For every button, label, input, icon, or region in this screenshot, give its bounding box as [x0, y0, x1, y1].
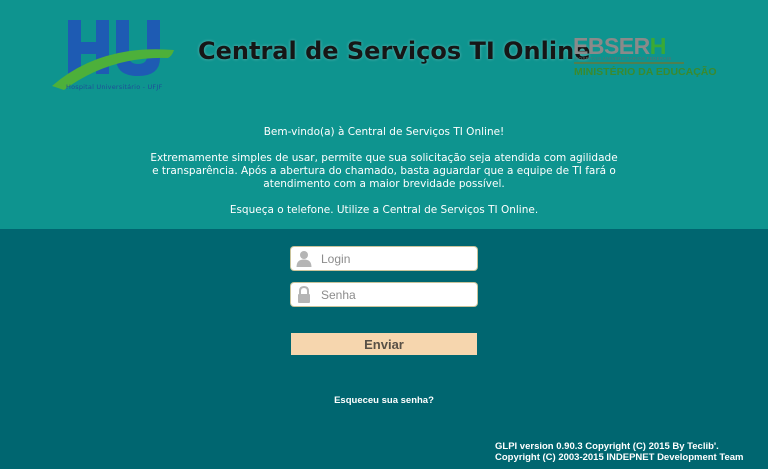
- login-input[interactable]: [321, 247, 471, 270]
- user-icon: [296, 251, 312, 267]
- password-input[interactable]: [321, 283, 471, 306]
- lock-icon: [298, 286, 310, 303]
- footer-line-1: GLPI version 0.90.3 Copyright (C) 2015 B…: [495, 441, 719, 452]
- hu-logo-caption: Hospital Universitário - UFJF: [66, 83, 163, 91]
- welcome-greeting: Bem-vindo(a) à Central de Serviços TI On…: [263, 126, 505, 138]
- ebserh-divider: [574, 62, 684, 64]
- forgot-password-link[interactable]: Esqueceu sua senha?: [0, 395, 768, 406]
- page-title: Central de Serviços TI Online: [198, 37, 591, 65]
- submit-button[interactable]: Enviar: [291, 333, 477, 355]
- footer-line-2: Copyright (C) 2003-2015 INDEPNET Develop…: [495, 452, 744, 463]
- login-field: [291, 247, 477, 270]
- password-field: [291, 283, 477, 306]
- welcome-line-1: Extremamente simples de usar, permite qu…: [150, 152, 618, 164]
- footer-copyright: GLPI version 0.90.3 Copyright (C) 2015 B…: [495, 441, 743, 463]
- welcome-line-2: e transparência. Após a abertura do cham…: [152, 165, 616, 177]
- ministry-label: MINISTÉRIO DA EDUCAÇÃO: [574, 66, 717, 78]
- welcome-closing: Esqueça o telefone. Utilize a Central de…: [229, 204, 539, 216]
- ebserh-subtitle: HOSPITAIS UNIVERSITÁRIOS FEDERAIS: [575, 56, 672, 61]
- welcome-message: Bem-vindo(a) à Central de Serviços TI On…: [0, 126, 768, 217]
- welcome-line-3: atendimento com a maior brevidade possív…: [263, 178, 505, 190]
